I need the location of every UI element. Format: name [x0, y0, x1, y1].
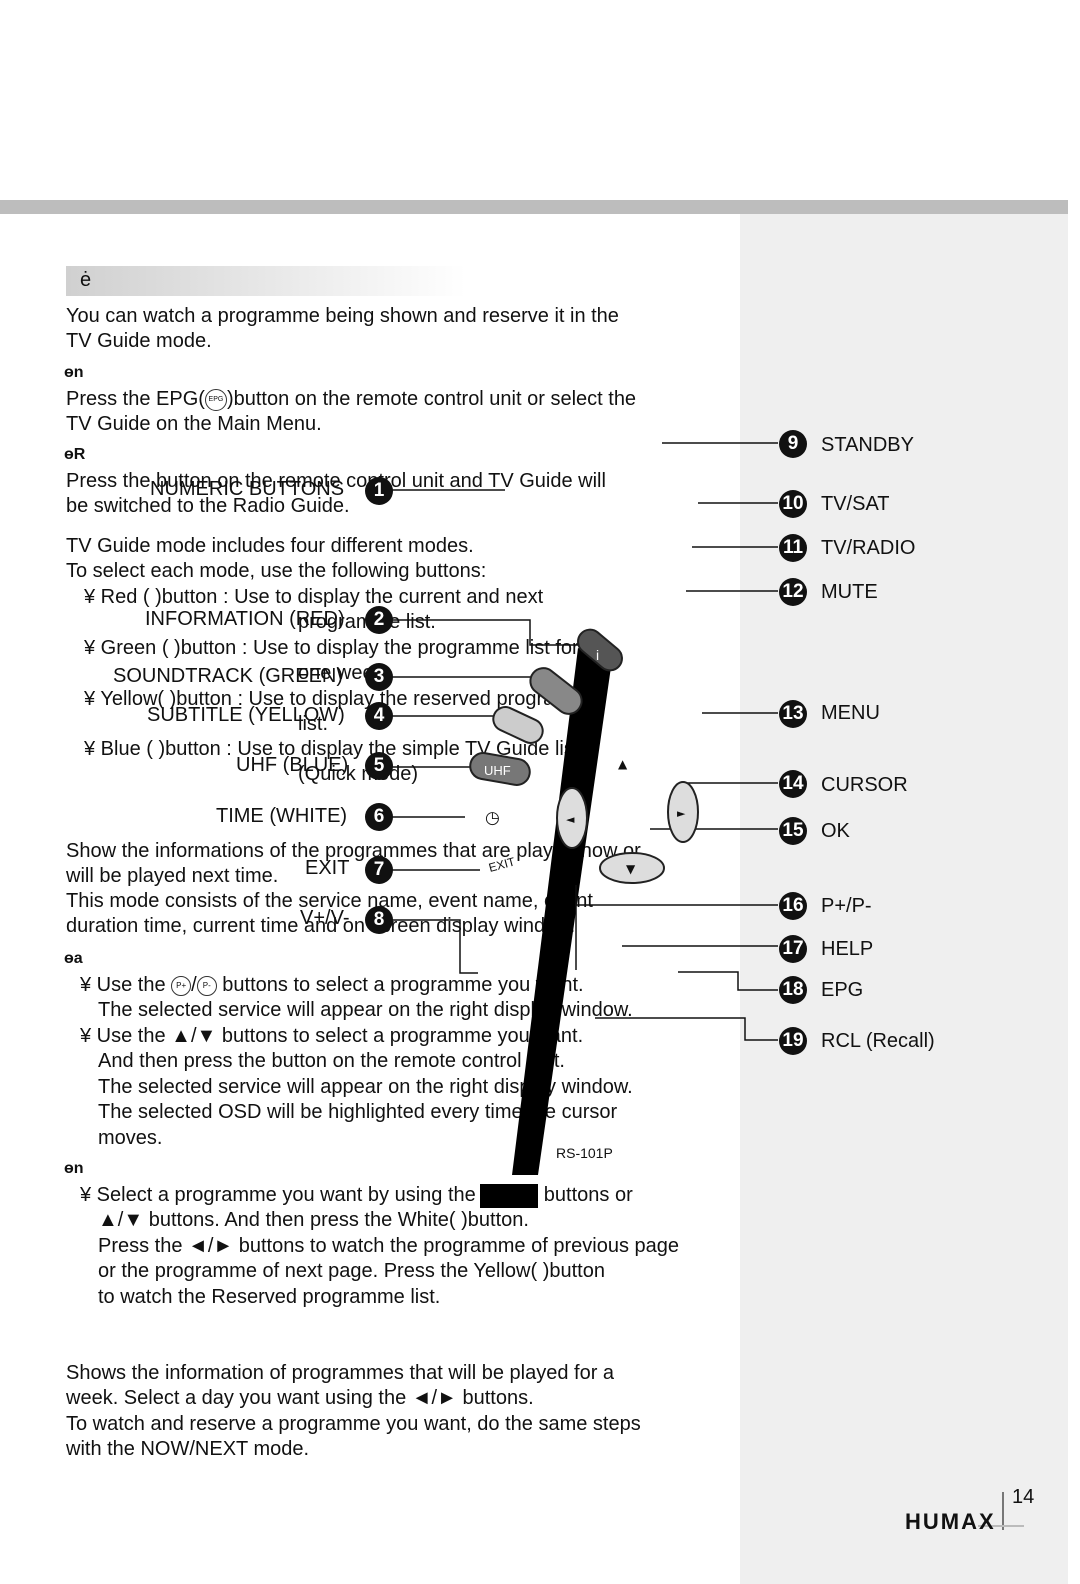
label-tv-radio: TV/RADIO — [821, 537, 916, 559]
remote-illustration: i UHF EXIT ◷ ◄ ► ▼ ▲ — [392, 442, 778, 1175]
label-mute: MUTE — [821, 581, 878, 603]
label-epg: EPG — [821, 979, 864, 1001]
label-soundtrack: SOUNDTRACK (GREEN) — [113, 665, 344, 687]
callout-number: 5 — [365, 752, 393, 780]
callout-number: 1 — [365, 477, 393, 505]
humax-logo: HUMAX — [905, 1509, 996, 1534]
clock-icon: ◷ — [485, 808, 500, 828]
label-menu: MENU — [821, 702, 880, 724]
cursor-right-icon: ► — [677, 807, 686, 820]
label-recall: RCL (Recall) — [821, 1030, 935, 1052]
callout-number: 10 — [779, 490, 807, 518]
page-number: 14 — [1012, 1486, 1035, 1508]
callout-number: 8 — [365, 906, 393, 934]
callout-number: 4 — [365, 702, 393, 730]
cursor-down-icon: ▼ — [626, 862, 636, 876]
callout-number: 6 — [365, 803, 393, 831]
callout-number: 12 — [779, 578, 807, 606]
exit-button-label: EXIT — [487, 854, 517, 875]
info-button-label: i — [596, 647, 599, 663]
cursor-left-icon: ◄ — [566, 813, 575, 826]
label-p-plus-minus: P+/P- — [821, 895, 872, 917]
callout-number: 3 — [365, 663, 393, 691]
callout-number: 17 — [779, 935, 807, 963]
uhf-button-label: UHF — [484, 763, 511, 778]
callout-number: 18 — [779, 976, 807, 1004]
label-subtitle: SUBTITLE (YELLOW) — [147, 704, 345, 726]
callout-number: 15 — [779, 817, 807, 845]
callout-number: 14 — [779, 770, 807, 798]
label-volume: V+/V- — [300, 907, 350, 929]
label-information: INFORMATION (RED) — [145, 608, 345, 630]
callout-number: 16 — [779, 892, 807, 920]
label-ok: OK — [821, 820, 850, 842]
callout-number: 9 — [779, 430, 807, 458]
label-time: TIME (WHITE) — [216, 805, 348, 827]
cursor-up-icon: ▲ — [618, 757, 628, 771]
label-exit: EXIT — [305, 857, 350, 879]
callout-number: 2 — [365, 606, 393, 634]
label-help: HELP — [821, 938, 874, 960]
label-uhf: UHF (BLUE) — [236, 754, 349, 776]
label-standby: STANDBY — [821, 434, 914, 456]
callout-number: 7 — [365, 856, 393, 884]
label-numeric-buttons: NUMERIC BUTTONS — [150, 478, 345, 500]
callout-number: 11 — [779, 534, 807, 562]
callout-number: 13 — [779, 700, 807, 728]
label-tv-sat: TV/SAT — [821, 493, 890, 515]
label-cursor: CURSOR — [821, 774, 908, 796]
callout-number: 19 — [779, 1027, 807, 1055]
